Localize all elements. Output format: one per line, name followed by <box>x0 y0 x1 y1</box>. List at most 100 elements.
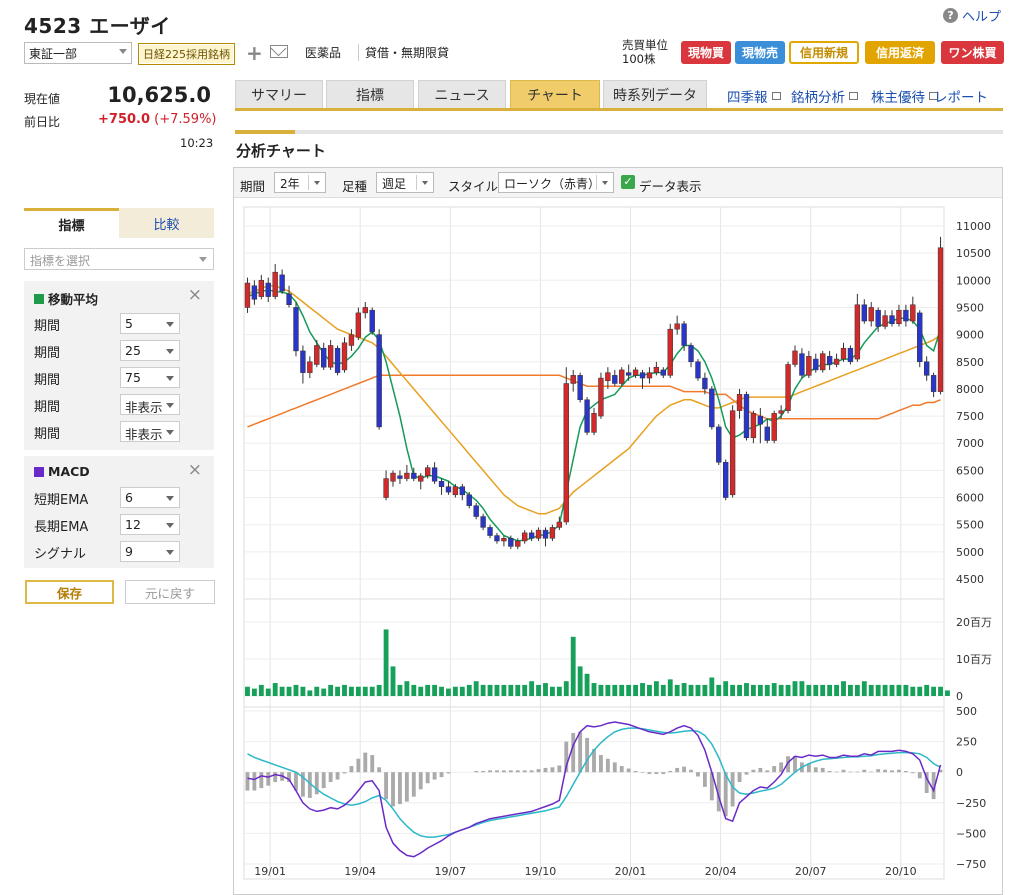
volume-bar <box>931 686 937 696</box>
volume-bar <box>508 684 514 696</box>
macd-histogram-bar <box>522 770 527 773</box>
macd-histogram-bar <box>841 769 846 773</box>
volume-bar <box>695 684 701 696</box>
candle-body <box>764 426 770 441</box>
macd-histogram-bar <box>356 758 361 773</box>
candle-body <box>369 309 375 333</box>
stock-chart[interactable]: 19/01 19/04 19/07 19/10 20/01 20/04 20/07 20/10… <box>234 199 1002 893</box>
macd-histogram-bar <box>557 765 562 773</box>
bar-type-label: 足種 <box>342 179 368 194</box>
macd-histogram-bar <box>883 769 888 773</box>
volume-bar <box>543 683 548 696</box>
candle-body <box>903 309 909 322</box>
period-select[interactable]: 2年 <box>274 172 326 193</box>
candle-body <box>251 285 258 300</box>
reset-button[interactable]: 元に戻す <box>125 580 215 604</box>
mail-icon[interactable] <box>270 45 288 58</box>
volume-bar <box>737 684 742 696</box>
help-link[interactable]: ? ヘルプ <box>942 6 1001 25</box>
macd-row-label: 長期EMA <box>34 520 89 535</box>
candle-body <box>244 282 251 308</box>
ma-period-select[interactable]: 非表示 <box>120 421 180 442</box>
sidebar-tab-compare[interactable]: 比較 <box>119 208 214 238</box>
macd-histogram-bar <box>266 772 271 786</box>
volume-bar <box>848 684 853 696</box>
macd-histogram-bar <box>370 755 375 773</box>
macd-param-select[interactable]: 6 <box>120 487 180 508</box>
close-icon[interactable]: × <box>188 460 202 480</box>
macd-histogram-bar <box>252 772 257 791</box>
ma-period-select[interactable]: 75 <box>120 367 180 388</box>
candle-body <box>695 361 701 379</box>
volume-bar <box>875 684 881 696</box>
candle-body <box>300 350 306 373</box>
bar-type-select[interactable]: 週足 <box>376 172 434 193</box>
candle-body <box>729 410 736 496</box>
market-select[interactable]: 東証一部 <box>24 42 132 64</box>
candle-body <box>522 532 528 542</box>
one-share-buy-button[interactable]: ワン株買 <box>941 41 1004 64</box>
candle-body <box>806 356 812 376</box>
link-benefits[interactable]: 株主優待 <box>871 86 938 106</box>
macd-histogram-bar <box>862 769 867 773</box>
candle-body <box>868 307 874 322</box>
price-tick-label: 7000 <box>956 437 984 450</box>
macd-param-select[interactable]: 9 <box>120 541 180 562</box>
volume-bar <box>633 684 639 696</box>
volume-bar <box>598 684 604 696</box>
save-button[interactable]: 保存 <box>25 580 114 604</box>
macd-histogram-bar <box>612 762 617 773</box>
volume-bar <box>529 681 535 696</box>
close-icon[interactable]: × <box>188 285 202 305</box>
tab-indicators[interactable]: 指標 <box>326 80 414 108</box>
tab-chart[interactable]: チャート <box>510 80 600 108</box>
indicator-select[interactable]: 指標を選択 <box>24 248 214 270</box>
add-watchlist-icon[interactable]: + <box>246 41 263 65</box>
ma-period-select[interactable]: 25 <box>120 340 180 361</box>
link-report-label: レポート <box>934 90 988 106</box>
link-analysis[interactable]: 銘柄分析 <box>791 86 858 106</box>
spot-buy-button[interactable]: 現物買 <box>681 41 731 64</box>
volume-bar <box>813 684 819 696</box>
volume-bar <box>612 684 618 696</box>
ma-period-select[interactable]: 非表示 <box>120 394 180 415</box>
tab-summary[interactable]: サマリー <box>235 80 323 108</box>
macd-histogram-bar <box>903 770 908 773</box>
spot-sell-button[interactable]: 現物売 <box>735 41 785 64</box>
ma-title-text: 移動平均 <box>48 292 99 307</box>
ma-period-select[interactable]: 5 <box>120 313 180 334</box>
sidebar-tab-indicator[interactable]: 指標 <box>24 208 119 238</box>
macd-histogram-bar <box>723 772 728 817</box>
tab-news[interactable]: ニュース <box>418 80 506 108</box>
volume-bar <box>778 684 784 696</box>
margin-new-button[interactable]: 信用新規 <box>789 41 859 64</box>
data-display-checkbox[interactable]: ✓ <box>621 175 635 189</box>
candle-body <box>272 271 278 297</box>
margin-close-button[interactable]: 信用返済 <box>865 41 935 64</box>
price-tick-label: 10500 <box>956 247 991 260</box>
volume-bar <box>744 683 749 696</box>
unit-value: 100株 <box>622 52 656 66</box>
tab-timeseries[interactable]: 時系列データ <box>603 80 707 108</box>
candle-body <box>314 345 320 365</box>
link-report[interactable]: レポート <box>934 86 988 106</box>
candle-body <box>258 280 265 297</box>
volume-bar <box>272 683 278 696</box>
macd-signal-line <box>247 727 941 838</box>
candle-body <box>799 353 805 376</box>
macd-param-select[interactable]: 12 <box>120 514 180 535</box>
macd-row-label: シグナル <box>34 547 87 562</box>
macd-histogram-bar <box>508 770 513 773</box>
macd-param-value: 6 <box>125 490 133 505</box>
x-tick-label: 20/01 <box>615 865 647 878</box>
macd-histogram-bar <box>501 770 506 773</box>
macd-histogram-bar <box>439 772 444 778</box>
nikkei225-badge[interactable]: 日経225採用銘柄 <box>138 43 235 65</box>
candle-body <box>279 274 285 292</box>
price-tick-label: 10000 <box>956 274 991 287</box>
x-tick-label: 19/07 <box>434 865 466 878</box>
volume-bar <box>924 684 930 696</box>
style-select[interactable]: ローソク（赤青） <box>498 172 614 193</box>
link-shikiho[interactable]: 四季報 <box>727 86 781 106</box>
link-shikiho-label: 四季報 <box>727 90 768 106</box>
